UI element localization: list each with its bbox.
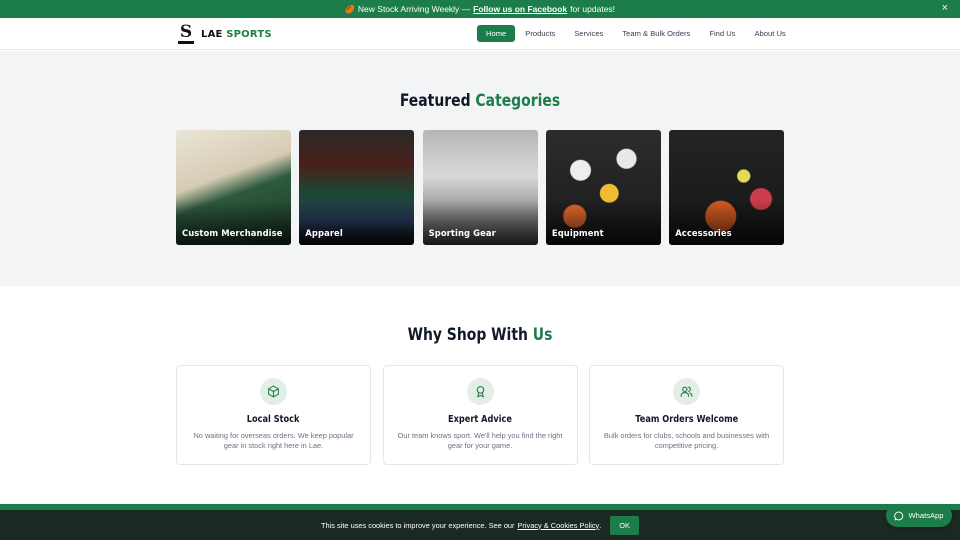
category-card-apparel[interactable]: Apparel [299, 130, 415, 245]
category-card-sporting-gear[interactable]: Sporting Gear [422, 130, 538, 245]
category-card-equipment[interactable]: Equipment [545, 130, 661, 245]
category-label: Custom Merchandise [182, 228, 283, 238]
why-title: Why Shop With Us [86, 325, 873, 345]
logo-mark: S [178, 24, 194, 44]
nav-about-us[interactable]: About Us [745, 25, 794, 42]
nav-team-bulk-orders[interactable]: Team & Bulk Orders [613, 25, 699, 42]
feature-card-expert-advice: Expert Advice Our team knows sport. We'l… [382, 365, 578, 465]
site-logo[interactable]: S LAE SPORTS [178, 24, 272, 44]
announcement-bar: 🏉 New Stock Arriving Weekly — Follow us … [0, 0, 960, 18]
feature-title: Local Stock [247, 414, 300, 425]
category-label: Apparel [305, 228, 343, 238]
feature-description: Bulk orders for clubs, schools and busin… [603, 431, 770, 450]
card-shade [422, 200, 538, 245]
nav-services[interactable]: Services [565, 25, 612, 42]
feature-card-team-orders: Team Orders Welcome Bulk orders for club… [589, 365, 784, 465]
logo-letter: S [179, 22, 193, 42]
card-shade [669, 200, 785, 245]
card-shade [545, 200, 661, 245]
feature-description: Our team knows sport. We'll help you fin… [397, 431, 563, 450]
category-label: Equipment [551, 228, 604, 238]
site-header: S LAE SPORTS Home Products Services Team… [0, 18, 960, 50]
whatsapp-icon [894, 511, 904, 520]
cookie-ok-button[interactable]: OK [610, 515, 639, 535]
facebook-link[interactable]: Follow us on Facebook [473, 4, 567, 14]
feature-cards: Local Stock No waiting for overseas orde… [176, 365, 796, 465]
logo-word-sports: SPORTS [226, 28, 272, 40]
category-card-accessories[interactable]: Accessories [669, 130, 785, 245]
close-icon[interactable]: × [942, 3, 948, 14]
cookie-banner: This site uses cookies to improve your e… [0, 510, 960, 540]
award-icon [466, 378, 494, 405]
feature-title: Team Orders Welcome [635, 414, 738, 425]
feature-description: No waiting for overseas orders. We keep … [193, 431, 354, 450]
rugby-ball-icon: 🏉 [344, 4, 355, 14]
privacy-policy-link[interactable]: Privacy & Cookies Policy [518, 521, 600, 530]
logo-bar [178, 41, 194, 44]
featured-title: Featured Categories [86, 91, 873, 111]
category-label: Sporting Gear [428, 228, 496, 238]
card-shade [176, 200, 291, 245]
feature-title: Expert Advice [448, 414, 512, 425]
why-title-plain: Why Shop With [407, 325, 528, 345]
cookie-text: This site uses cookies to improve your e… [321, 520, 515, 530]
announcement-prefix: New Stock Arriving Weekly — [357, 4, 471, 14]
category-cards: Custom Merchandise Apparel Sporting Gear… [176, 130, 792, 245]
why-shop-section: Why Shop With Us Local Stock No waiting … [0, 286, 960, 504]
whatsapp-button[interactable]: WhatsApp [886, 504, 952, 527]
featured-title-plain: Featured [399, 91, 471, 111]
feature-card-local-stock: Local Stock No waiting for overseas orde… [176, 365, 371, 465]
logo-text: LAE SPORTS [201, 29, 272, 40]
box-icon [260, 378, 287, 405]
users-icon [673, 378, 700, 405]
featured-title-accent: Categories [475, 91, 561, 111]
nav-products[interactable]: Products [516, 25, 564, 42]
category-label: Accessories [675, 228, 732, 238]
cookie-period: . [599, 520, 602, 530]
why-title-accent: Us [532, 325, 553, 345]
category-card-custom-merchandise[interactable]: Custom Merchandise [176, 130, 291, 245]
main-nav: Home Products Services Team & Bulk Order… [477, 25, 796, 42]
nav-home[interactable]: Home [477, 25, 516, 42]
announcement-suffix: for updates! [570, 4, 616, 14]
whatsapp-label: WhatsApp [908, 511, 944, 520]
nav-find-us[interactable]: Find Us [700, 25, 744, 42]
card-shade [299, 200, 415, 245]
logo-word-lae: LAE [201, 28, 223, 40]
featured-categories-section: Featured Categories Custom Merchandise A… [0, 51, 960, 286]
